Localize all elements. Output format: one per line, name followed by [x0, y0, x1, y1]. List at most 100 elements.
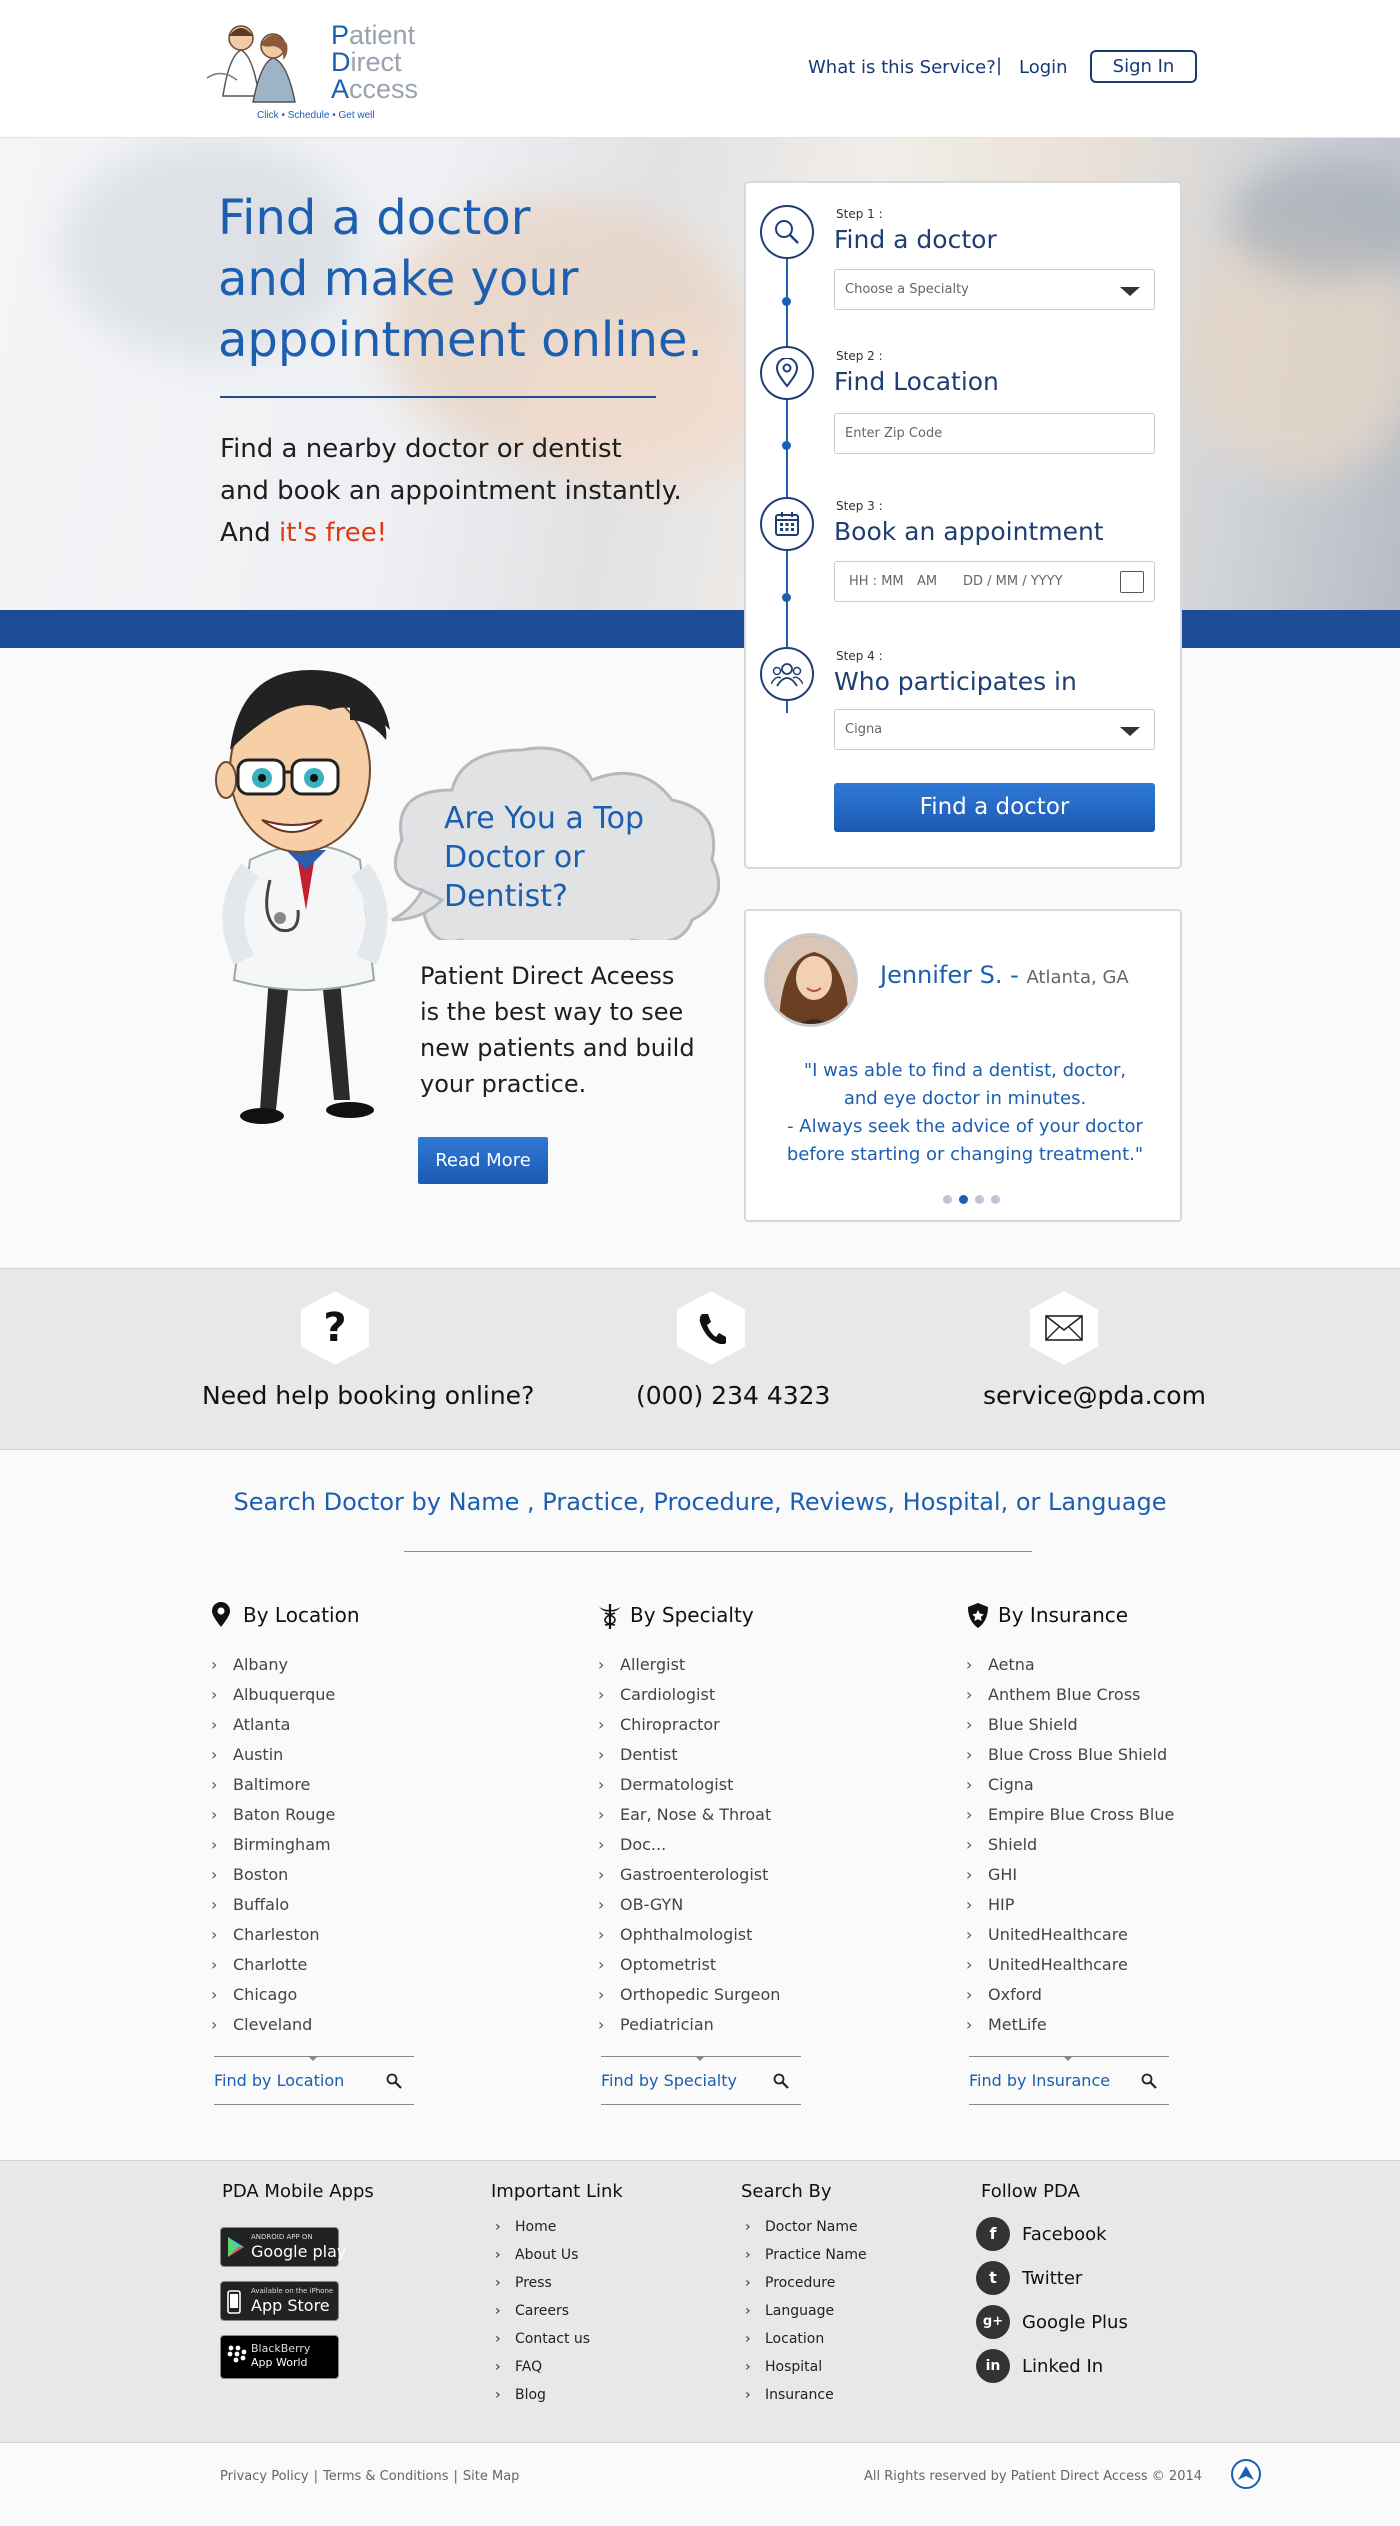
list-item[interactable]: HIP — [958, 1890, 1198, 1920]
find-a-doctor-button[interactable]: Find a doctor — [834, 783, 1155, 832]
logo[interactable]: Patient Direct Access Click • Schedule •… — [203, 16, 433, 126]
list-item[interactable]: Ear, Nose & Throat — [590, 1800, 830, 1830]
list-item[interactable]: Albany — [203, 1650, 443, 1680]
list-item[interactable]: Blue Cross Blue Shield — [958, 1740, 1198, 1770]
back-to-top-button[interactable] — [1231, 2459, 1261, 2489]
list-item[interactable]: Dermatologist — [590, 1770, 830, 1800]
zip-code-input[interactable]: Enter Zip Code — [834, 413, 1155, 454]
search-icon[interactable] — [773, 2073, 789, 2093]
footer-link[interactable]: Doctor Name — [741, 2213, 867, 2241]
list-item[interactable]: GHI — [958, 1860, 1198, 1890]
list-item[interactable]: OB-GYN — [590, 1890, 830, 1920]
hero-divider — [220, 396, 656, 398]
logo-initial: P — [331, 20, 350, 50]
list-item[interactable]: Pediatrician — [590, 2010, 830, 2040]
find-by-specialty-field[interactable]: Find by Specialty — [601, 2056, 801, 2105]
search-icon[interactable] — [1141, 2073, 1157, 2093]
list-item[interactable]: MetLife — [958, 2010, 1198, 2040]
date-field[interactable]: DD / MM / YYYY — [963, 562, 1063, 601]
carousel-dot[interactable] — [943, 1195, 952, 1204]
sign-in-button[interactable]: Sign In — [1090, 50, 1197, 83]
phone-icon — [677, 1291, 745, 1365]
list-item[interactable]: Charlotte — [203, 1950, 443, 1980]
list-item[interactable]: Anthem Blue Cross — [958, 1680, 1198, 1710]
blackberry-world-badge[interactable]: BlackBerry App World — [220, 2335, 339, 2379]
email-link[interactable]: service@pda.com — [983, 1381, 1206, 1410]
list-item[interactable]: Aetna — [958, 1650, 1198, 1680]
footer-link[interactable]: Blog — [491, 2381, 590, 2409]
what-is-this-service-link[interactable]: What is this Service? — [808, 57, 996, 78]
find-by-location-field[interactable]: Find by Location — [214, 2056, 414, 2105]
list-item[interactable]: Charleston — [203, 1920, 443, 1950]
list-item[interactable]: Ophthalmologist — [590, 1920, 830, 1950]
read-more-button[interactable]: Read More — [418, 1137, 548, 1184]
important-links-list: HomeAbout UsPressCareersContact usFAQBlo… — [491, 2213, 590, 2409]
search-icon[interactable] — [386, 2073, 402, 2093]
find-by-insurance-field[interactable]: Find by Insurance — [969, 2056, 1169, 2105]
footer-link[interactable]: About Us — [491, 2241, 590, 2269]
list-item[interactable]: Empire Blue Cross Blue — [958, 1800, 1198, 1830]
list-item[interactable]: Buffalo — [203, 1890, 443, 1920]
find-by-specialty-label: Find by Specialty — [601, 2071, 737, 2090]
footer-link[interactable]: Hospital — [741, 2353, 867, 2381]
list-item[interactable]: Orthopedic Surgeon — [590, 1980, 830, 2010]
phone-number-link[interactable]: (000) 234 4323 — [636, 1381, 830, 1410]
list-item[interactable]: Chiropractor — [590, 1710, 830, 1740]
list-item[interactable]: Austin — [203, 1740, 443, 1770]
footer-link[interactable]: Careers — [491, 2297, 590, 2325]
list-item[interactable]: Allergist — [590, 1650, 830, 1680]
carousel-dot[interactable] — [975, 1195, 984, 1204]
footer-link[interactable]: Press — [491, 2269, 590, 2297]
carousel-dot[interactable] — [959, 1195, 968, 1204]
footer-link[interactable]: Practice Name — [741, 2241, 867, 2269]
site-map-link[interactable]: Site Map — [463, 2469, 520, 2484]
calendar-picker-icon[interactable] — [1120, 571, 1144, 593]
list-item[interactable]: UnitedHealthcare — [958, 1950, 1198, 1980]
appointment-datetime-input[interactable]: HH : MM AM DD / MM / YYYY — [834, 561, 1155, 602]
footer-link[interactable]: Location — [741, 2325, 867, 2353]
list-item[interactable]: Boston — [203, 1860, 443, 1890]
list-item[interactable]: Baton Rouge — [203, 1800, 443, 1830]
footer-link[interactable]: Procedure — [741, 2269, 867, 2297]
facebook-link[interactable]: f Facebook — [976, 2217, 1196, 2253]
footer-link[interactable]: Contact us — [491, 2325, 590, 2353]
list-item[interactable]: Dentist — [590, 1740, 830, 1770]
list-item[interactable]: Atlanta — [203, 1710, 443, 1740]
footer-link[interactable]: Insurance — [741, 2381, 867, 2409]
insurance-dropdown[interactable]: Cigna — [834, 709, 1155, 750]
store-badge-large-text: Google play — [251, 2242, 347, 2261]
footer-link[interactable]: FAQ — [491, 2353, 590, 2381]
specialty-dropdown[interactable]: Choose a Specialty — [834, 269, 1155, 310]
terms-link[interactable]: Terms & Conditions — [323, 2469, 449, 2484]
list-item[interactable]: Cleveland — [203, 2010, 443, 2040]
list-item[interactable]: Cigna — [958, 1770, 1198, 1800]
list-item[interactable]: Cardiologist — [590, 1680, 830, 1710]
list-item[interactable]: Shield — [958, 1830, 1198, 1860]
list-item[interactable]: Birmingham — [203, 1830, 443, 1860]
carousel-dots — [943, 1195, 1000, 1204]
footer-link[interactable]: Language — [741, 2297, 867, 2325]
list-item[interactable]: Gastroenterologist — [590, 1860, 830, 1890]
list-item[interactable]: Albuquerque — [203, 1680, 443, 1710]
am-pm-field[interactable]: AM — [917, 562, 937, 601]
list-item[interactable]: Baltimore — [203, 1770, 443, 1800]
list-item[interactable]: Oxford — [958, 1980, 1198, 2010]
list-item[interactable]: Blue Shield — [958, 1710, 1198, 1740]
envelope-icon — [1030, 1291, 1098, 1365]
list-item[interactable]: UnitedHealthcare — [958, 1920, 1198, 1950]
booking-help-text: Need help booking online? — [202, 1381, 535, 1410]
footer-link[interactable]: Home — [491, 2213, 590, 2241]
privacy-policy-link[interactable]: Privacy Policy — [220, 2469, 309, 2484]
list-item[interactable]: Optometrist — [590, 1950, 830, 1980]
list-item[interactable]: Doc... — [590, 1830, 830, 1860]
google-play-badge[interactable]: ANDROID APP ON Google play — [220, 2227, 346, 2267]
login-link[interactable]: Login — [1019, 57, 1068, 78]
time-field[interactable]: HH : MM — [849, 562, 904, 601]
twitter-link[interactable]: t Twitter — [976, 2261, 1196, 2297]
list-item[interactable]: Chicago — [203, 1980, 443, 2010]
app-store-badge[interactable]: Available on the iPhone App Store — [220, 2281, 339, 2321]
linkedin-link[interactable]: in Linked In — [976, 2349, 1196, 2385]
store-badge-small-text: BlackBerry — [251, 2342, 311, 2355]
carousel-dot[interactable] — [991, 1195, 1000, 1204]
google-plus-link[interactable]: g+ Google Plus — [976, 2305, 1196, 2341]
